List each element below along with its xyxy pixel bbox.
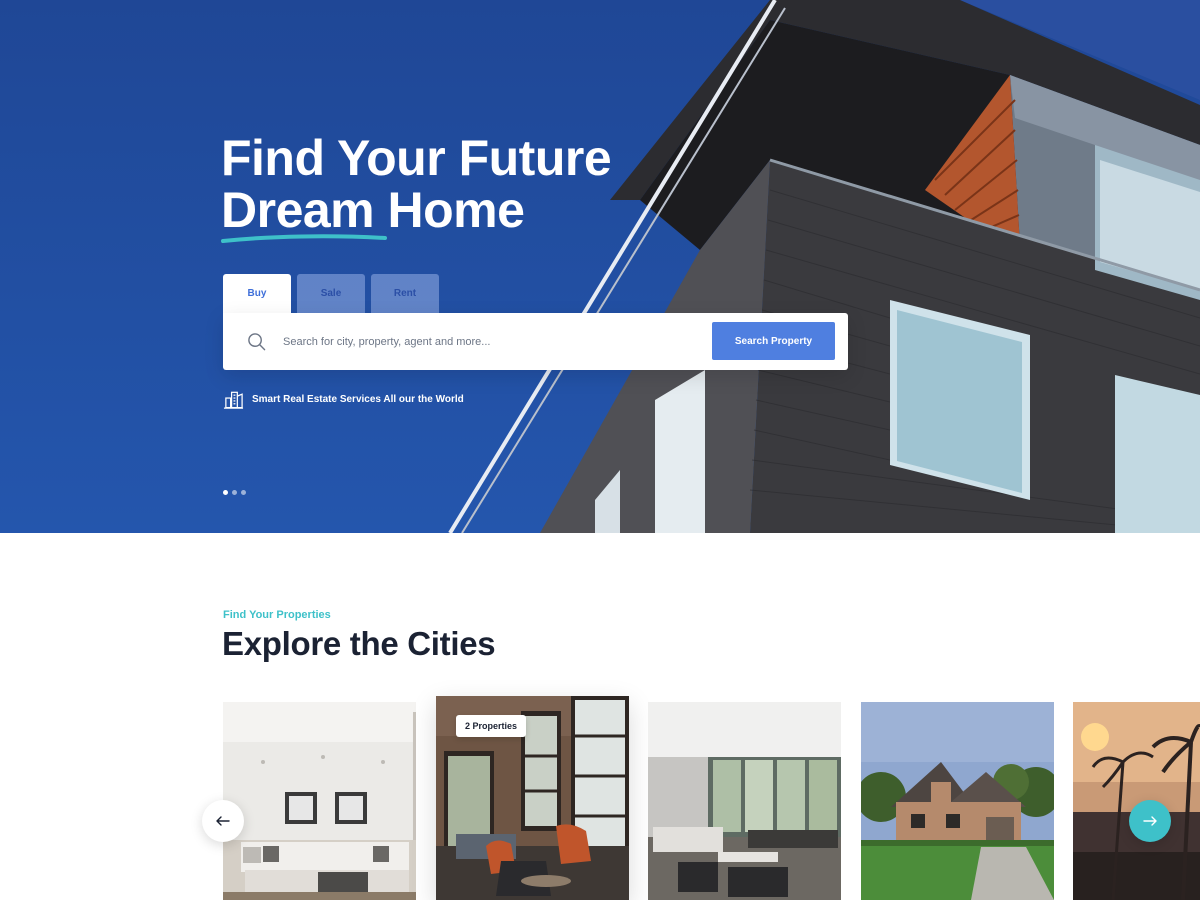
- property-count-badge: 2 Properties: [456, 715, 527, 737]
- arrow-left-icon: [216, 816, 230, 826]
- hero-title-rest: Home: [374, 182, 525, 238]
- palm-beach-sunset-photo: [1073, 702, 1200, 900]
- search-input[interactable]: [283, 331, 703, 353]
- city-card[interactable]: [223, 702, 416, 900]
- hero-title-highlight: Dream: [221, 182, 387, 243]
- carousel-prev-button[interactable]: [202, 800, 244, 842]
- tagline-text: Smart Real Estate Services All our the W…: [252, 393, 464, 405]
- living-room-photo: [223, 702, 416, 900]
- search-tabs: Buy Sale Rent: [223, 274, 439, 313]
- city-card[interactable]: [1073, 702, 1200, 900]
- tab-buy[interactable]: Buy: [223, 274, 291, 313]
- section-title: Explore the Cities: [222, 625, 496, 662]
- hero-title: Find Your Future Dream Home: [221, 130, 701, 243]
- slider-dot[interactable]: [232, 490, 237, 495]
- search-property-button[interactable]: Search Property: [712, 322, 835, 360]
- slider-dot[interactable]: [241, 490, 246, 495]
- carousel-next-button[interactable]: [1129, 800, 1171, 842]
- open-living-room-photo: [648, 702, 841, 900]
- slider-dot[interactable]: [223, 490, 228, 495]
- tagline: Smart Real Estate Services All our the W…: [223, 388, 464, 410]
- hero-title-line1: Find Your Future: [221, 130, 612, 186]
- search-icon: [248, 333, 266, 351]
- building-icon: [223, 391, 244, 409]
- tab-sale[interactable]: Sale: [297, 274, 365, 313]
- underline-swoosh-icon: [221, 234, 387, 243]
- city-card[interactable]: [648, 702, 841, 900]
- arrow-right-icon: [1143, 816, 1157, 826]
- search-bar: Search Property: [223, 313, 848, 370]
- tab-rent[interactable]: Rent: [371, 274, 439, 313]
- section-eyebrow: Find Your Properties: [223, 609, 331, 621]
- slider-dots: [223, 490, 246, 495]
- hero-building-photo: [448, 0, 1200, 533]
- house-exterior-photo: [861, 702, 1054, 900]
- hero-title-highlight-text: Dream: [221, 182, 375, 238]
- hero-banner: Find Your Future Dream Home Buy Sale Ren…: [0, 0, 1200, 533]
- city-card[interactable]: [861, 702, 1054, 900]
